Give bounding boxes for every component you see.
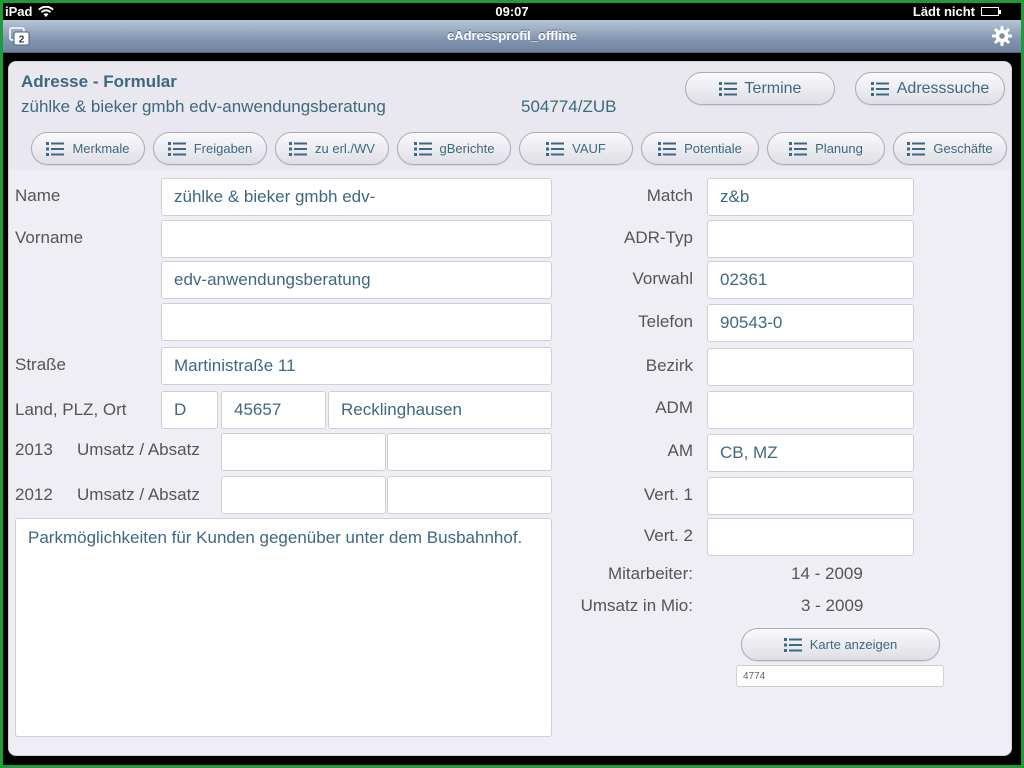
address-id: 504774/ZUB <box>521 97 617 116</box>
adr-typ-label: ADR-Typ <box>624 228 693 247</box>
karte-anzeigen-button[interactable]: Karte anzeigen <box>741 628 940 661</box>
name-label: Name <box>15 186 61 205</box>
title-bar: 2 eAdressprofil_offline <box>3 20 1021 53</box>
vauf-label: VAUF <box>572 141 606 156</box>
list-icon <box>46 141 65 156</box>
bezirk-label: Bezirk <box>645 356 693 375</box>
am-field[interactable]: CB, MZ <box>707 434 914 472</box>
adresssuche-label: Adresssuche <box>896 79 990 97</box>
am-label: AM <box>667 441 694 460</box>
year-2012-label: 2012 <box>15 485 53 504</box>
map-id-field[interactable]: 4774 <box>736 665 944 687</box>
vert1-label: Vert. 1 <box>643 485 693 504</box>
freigaben-button[interactable]: Freigaben <box>153 132 267 165</box>
gberichte-label: gBerichte <box>439 141 495 156</box>
umsatz-mio-value: 3 - 2009 <box>801 596 864 615</box>
year-2013-label: 2013 <box>15 440 53 459</box>
vorwahl-field[interactable]: 02361 <box>707 261 914 299</box>
mitarbeiter-label: Mitarbeiter: <box>607 564 693 583</box>
termine-label: Termine <box>744 79 802 97</box>
list-icon <box>658 141 677 156</box>
list-icon <box>783 637 802 652</box>
company-name: zühlke & bieker gmbh edv-anwendungsberat… <box>21 97 386 116</box>
telefon-field[interactable]: 90543-0 <box>707 304 914 342</box>
land-plz-ort-label: Land, PLZ, Ort <box>15 400 127 419</box>
merkmale-label: Merkmale <box>72 141 130 156</box>
name-field[interactable]: zühlke & bieker gmbh edv- <box>161 178 552 216</box>
potentiale-label: Potentiale <box>684 141 742 156</box>
absatz-2012-field[interactable] <box>387 476 552 514</box>
vauf-button[interactable]: VAUF <box>519 132 633 165</box>
karte-anzeigen-label: Karte anzeigen <box>809 637 898 652</box>
list-icon <box>870 81 889 96</box>
panel-header: Adresse - Formular zühlke & bieker gmbh … <box>9 62 1011 170</box>
strasse-label: Straße <box>15 355 67 374</box>
list-icon <box>413 141 432 156</box>
charging-status: Lädt nicht <box>912 4 975 19</box>
land-field[interactable]: D <box>161 391 218 429</box>
termine-button[interactable]: Termine <box>685 72 835 105</box>
umsatz-absatz-2013-label: Umsatz / Absatz <box>77 440 200 459</box>
merkmale-button[interactable]: Merkmale <box>31 132 145 165</box>
name-line4-field[interactable] <box>161 303 552 341</box>
list-icon <box>546 141 565 156</box>
mitarbeiter-value: 14 - 2009 <box>791 564 863 583</box>
vorwahl-label: Vorwahl <box>632 269 693 288</box>
list-icon <box>167 141 186 156</box>
match-field[interactable]: z&b <box>707 178 914 216</box>
clock: 09:07 <box>495 4 529 19</box>
vert1-field[interactable] <box>707 477 914 515</box>
app-frame: iPad 09:07 Lädt nicht 2 eAdressprofil_of… <box>3 3 1021 765</box>
umsatz-mio-label: Umsatz in Mio: <box>580 596 693 615</box>
strasse-field[interactable]: Martinistraße 11 <box>161 347 552 385</box>
geschaefte-button[interactable]: Geschäfte <box>893 132 1007 165</box>
gberichte-button[interactable]: gBerichte <box>397 132 511 165</box>
vorname-label: Vorname <box>15 228 84 247</box>
status-bar: iPad 09:07 Lädt nicht <box>3 3 1021 20</box>
adr-typ-field[interactable] <box>707 220 914 258</box>
adm-label: ADM <box>655 398 693 417</box>
list-icon <box>907 141 926 156</box>
umsatz-2013-field[interactable] <box>221 433 386 471</box>
umsatz-absatz-2012-label: Umsatz / Absatz <box>77 485 200 504</box>
name-line3-field[interactable]: edv-anwendungsberatung <box>161 261 552 299</box>
adresssuche-button[interactable]: Adresssuche <box>855 72 1005 105</box>
list-icon <box>718 81 737 96</box>
bezirk-field[interactable] <box>707 348 914 386</box>
list-icon <box>789 141 808 156</box>
zu-erl-wv-label: zu erl./WV <box>315 141 375 156</box>
potentiale-button[interactable]: Potentiale <box>641 132 759 165</box>
freigaben-label: Freigaben <box>193 141 253 156</box>
umsatz-2012-field[interactable] <box>221 476 386 514</box>
gear-icon[interactable] <box>991 25 1013 47</box>
plz-field[interactable]: 45657 <box>221 391 326 429</box>
vorname-field[interactable] <box>161 220 552 258</box>
vert2-field[interactable] <box>707 518 914 556</box>
zu-erl-wv-button[interactable]: zu erl./WV <box>275 132 389 165</box>
battery-icon <box>981 7 1001 16</box>
adm-field[interactable] <box>707 391 914 429</box>
match-label: Match <box>646 186 693 205</box>
window-title: eAdressprofil_offline <box>446 28 578 43</box>
list-icon <box>289 141 308 156</box>
telefon-label: Telefon <box>638 312 693 331</box>
planung-button[interactable]: Planung <box>767 132 885 165</box>
planung-label: Planung <box>815 141 863 156</box>
notes-textarea[interactable]: Parkmöglichkeiten für Kunden gegenüber u… <box>15 518 552 737</box>
address-form-panel: Adresse - Formular zühlke & bieker gmbh … <box>8 61 1012 756</box>
geschaefte-label: Geschäfte <box>933 141 993 156</box>
absatz-2013-field[interactable] <box>387 433 552 471</box>
vert2-label: Vert. 2 <box>643 526 693 545</box>
ort-field[interactable]: Recklinghausen <box>328 391 552 429</box>
form-title: Adresse - Formular <box>21 72 177 91</box>
